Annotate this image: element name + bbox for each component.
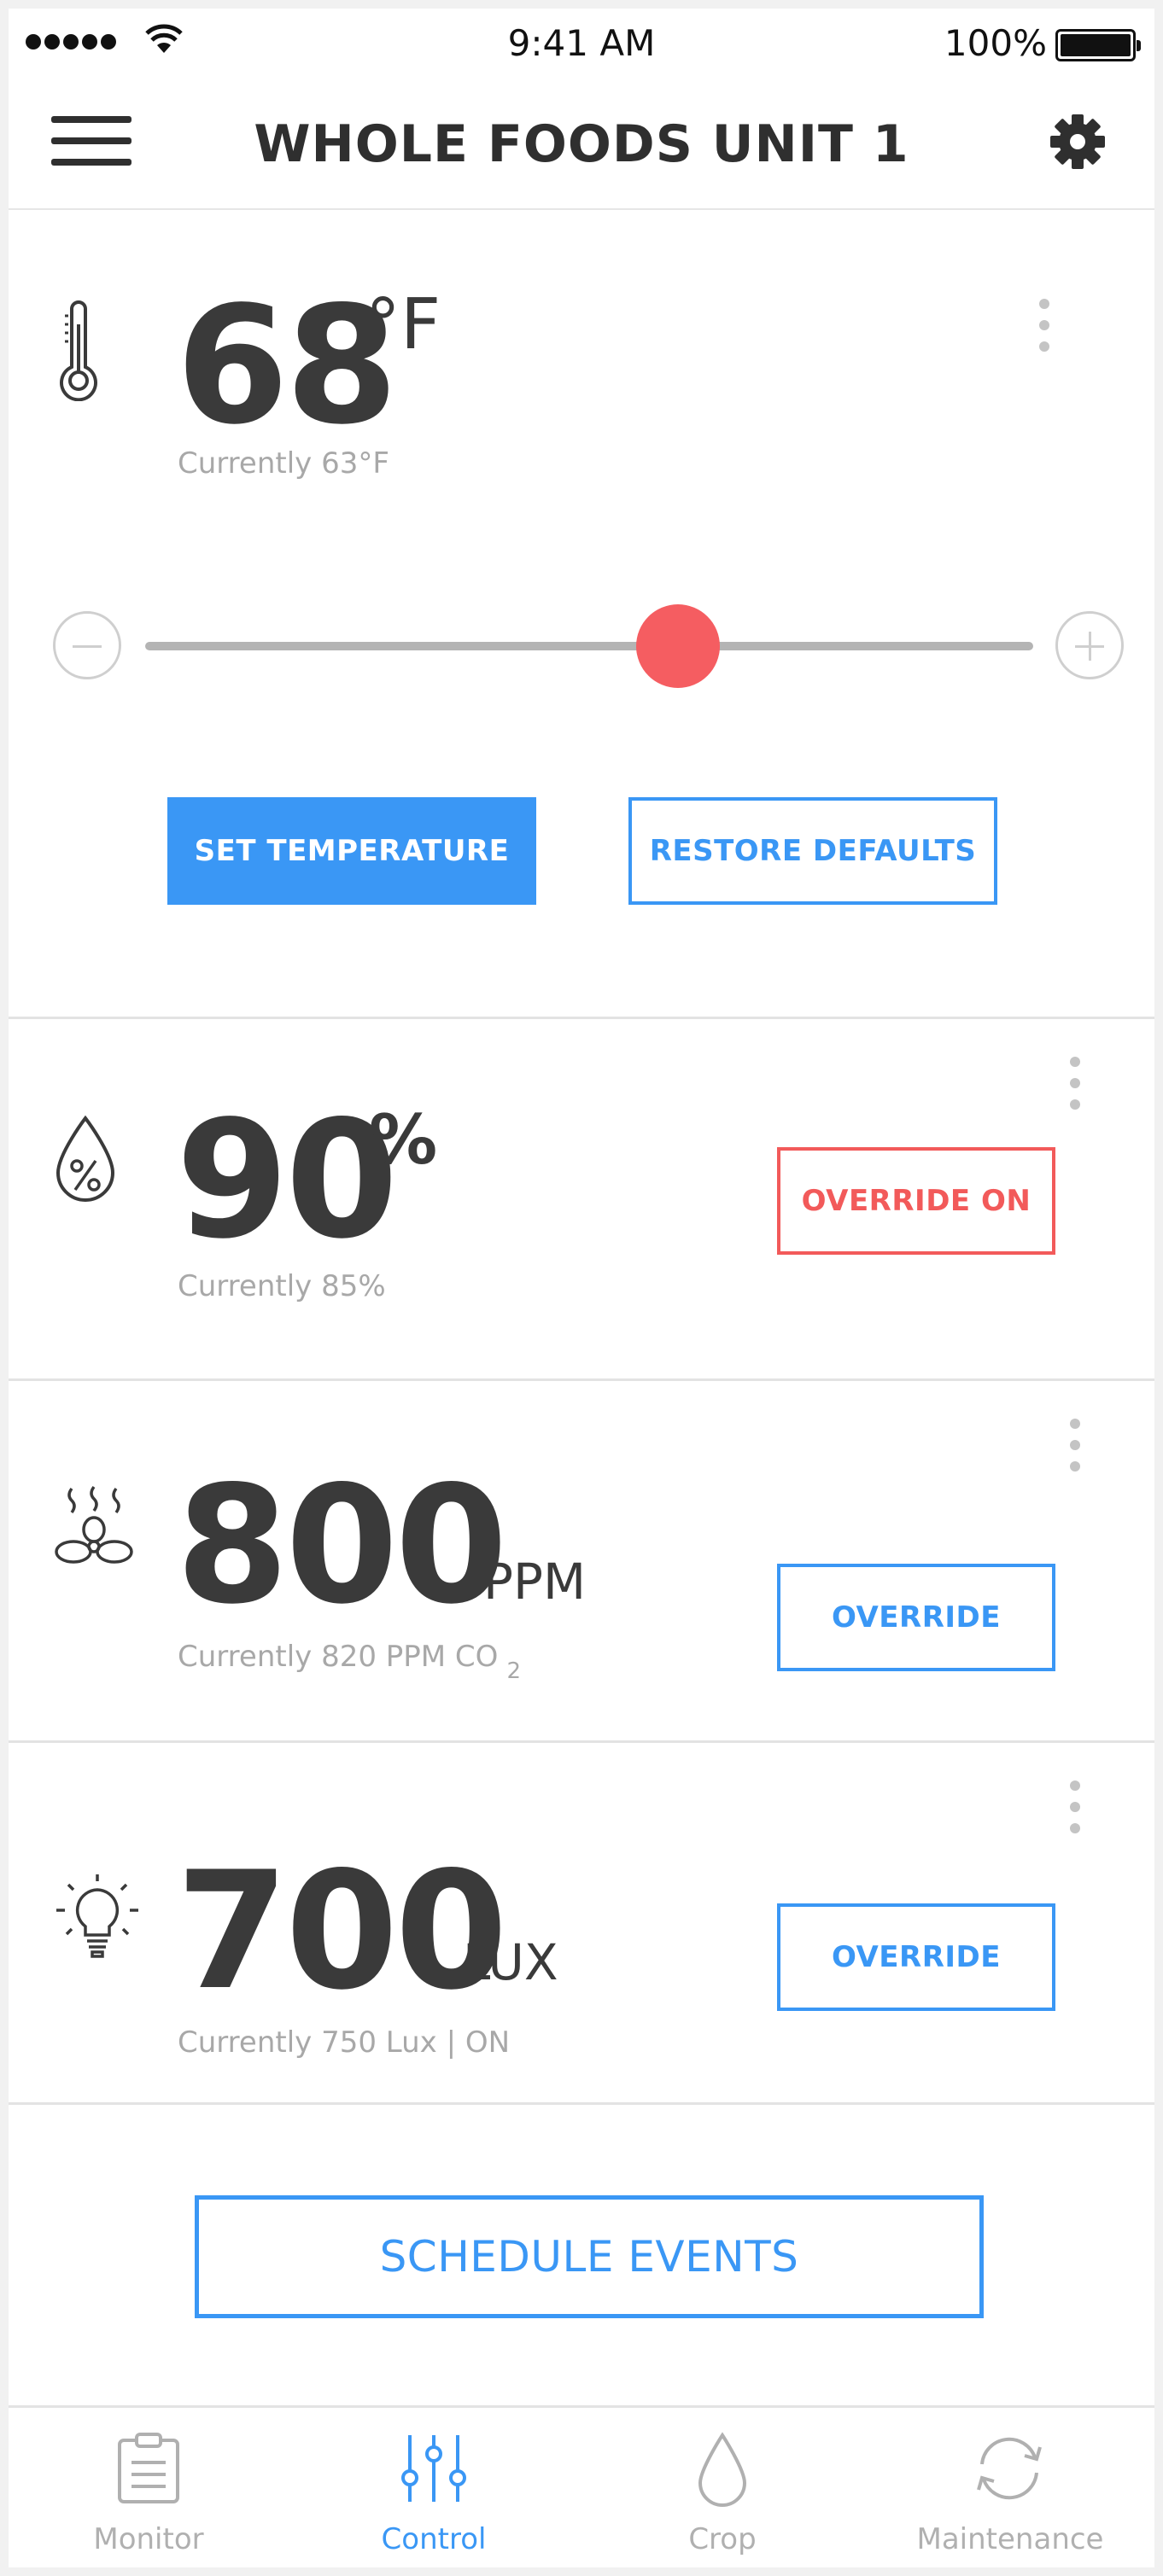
drop-icon [698, 2432, 747, 2507]
temperature-current: Currently 63°F [178, 446, 389, 481]
navigation-bar: WHOLE FOODS UNIT 1 [9, 73, 1154, 210]
co2-more-icon[interactable] [1062, 1415, 1088, 1475]
temperature-more-icon[interactable] [1032, 295, 1057, 355]
tab-crop[interactable]: Crop [579, 2408, 866, 2567]
set-temperature-button[interactable]: SET TEMPERATURE [167, 797, 536, 905]
thermometer-icon [60, 300, 97, 401]
light-setpoint: 700 [176, 1837, 508, 2025]
co2-current: Currently 820 PPM CO 2 [178, 1640, 521, 1682]
temperature-card: 68 °F Currently 63°F SET TEMPERATURE RES… [9, 210, 1154, 1019]
clipboard-icon [118, 2433, 179, 2503]
tab-maintenance-label: Maintenance [916, 2522, 1104, 2556]
battery-percentage: 100% [944, 22, 1047, 64]
humidity-current: Currently 85% [178, 1269, 386, 1303]
sliders-icon [401, 2435, 466, 2502]
co2-card: 800 PPM Currently 820 PPM CO 2 OVERRIDE [9, 1381, 1154, 1743]
temperature-setpoint: 68 [176, 271, 398, 460]
increase-temperature-button[interactable] [1055, 611, 1124, 679]
restore-defaults-button[interactable]: RESTORE DEFAULTS [628, 797, 997, 905]
co2-current-text: Currently 820 PPM CO [178, 1640, 499, 1674]
tab-control[interactable]: Control [289, 2408, 579, 2567]
light-bulb-icon [56, 1874, 138, 1958]
humidity-unit: % [369, 1100, 438, 1180]
fan-icon [55, 1485, 133, 1564]
battery-icon [1055, 29, 1141, 61]
tab-control-label: Control [381, 2522, 487, 2556]
page-title: WHOLE FOODS UNIT 1 [254, 114, 909, 174]
status-bar: 9:41 AM 100% [9, 9, 1154, 73]
tab-maintenance[interactable]: Maintenance [866, 2408, 1154, 2567]
tab-monitor[interactable]: Monitor [9, 2408, 289, 2567]
tab-bar: Monitor Control Crop Maintenance [9, 2405, 1154, 2567]
humidity-override-on-button[interactable]: OVERRIDE ON [777, 1147, 1055, 1255]
light-card: 700 LUX Currently 750 Lux | ON OVERRIDE [9, 1743, 1154, 2105]
co2-override-button[interactable]: OVERRIDE [777, 1564, 1055, 1671]
schedule-events-button[interactable]: SCHEDULE EVENTS [195, 2195, 984, 2318]
decrease-temperature-button[interactable] [53, 611, 121, 679]
co2-setpoint: 800 [176, 1451, 508, 1640]
light-override-button[interactable]: OVERRIDE [777, 1903, 1055, 2011]
tab-monitor-label: Monitor [93, 2522, 204, 2556]
app-screen: 9:41 AM 100% WHOLE FOODS UNIT 1 68 °F Cu… [9, 9, 1154, 2567]
light-more-icon[interactable] [1062, 1777, 1088, 1837]
gear-icon[interactable] [1047, 111, 1108, 172]
tab-crop-label: Crop [688, 2522, 757, 2556]
humidity-drop-icon [56, 1115, 115, 1202]
co2-subscript: 2 [506, 1658, 521, 1684]
temperature-unit: °F [365, 284, 441, 365]
humidity-more-icon[interactable] [1062, 1053, 1088, 1113]
humidity-card: 90 % Currently 85% OVERRIDE ON [9, 1019, 1154, 1381]
refresh-icon [977, 2437, 1042, 2500]
co2-unit: PPM [483, 1553, 586, 1611]
light-current: Currently 750 Lux | ON [178, 2025, 511, 2060]
temperature-slider-track[interactable] [145, 642, 1033, 650]
humidity-setpoint: 90 [176, 1086, 398, 1274]
light-unit: LUX [463, 1933, 558, 1991]
temperature-slider-thumb[interactable] [636, 604, 720, 688]
